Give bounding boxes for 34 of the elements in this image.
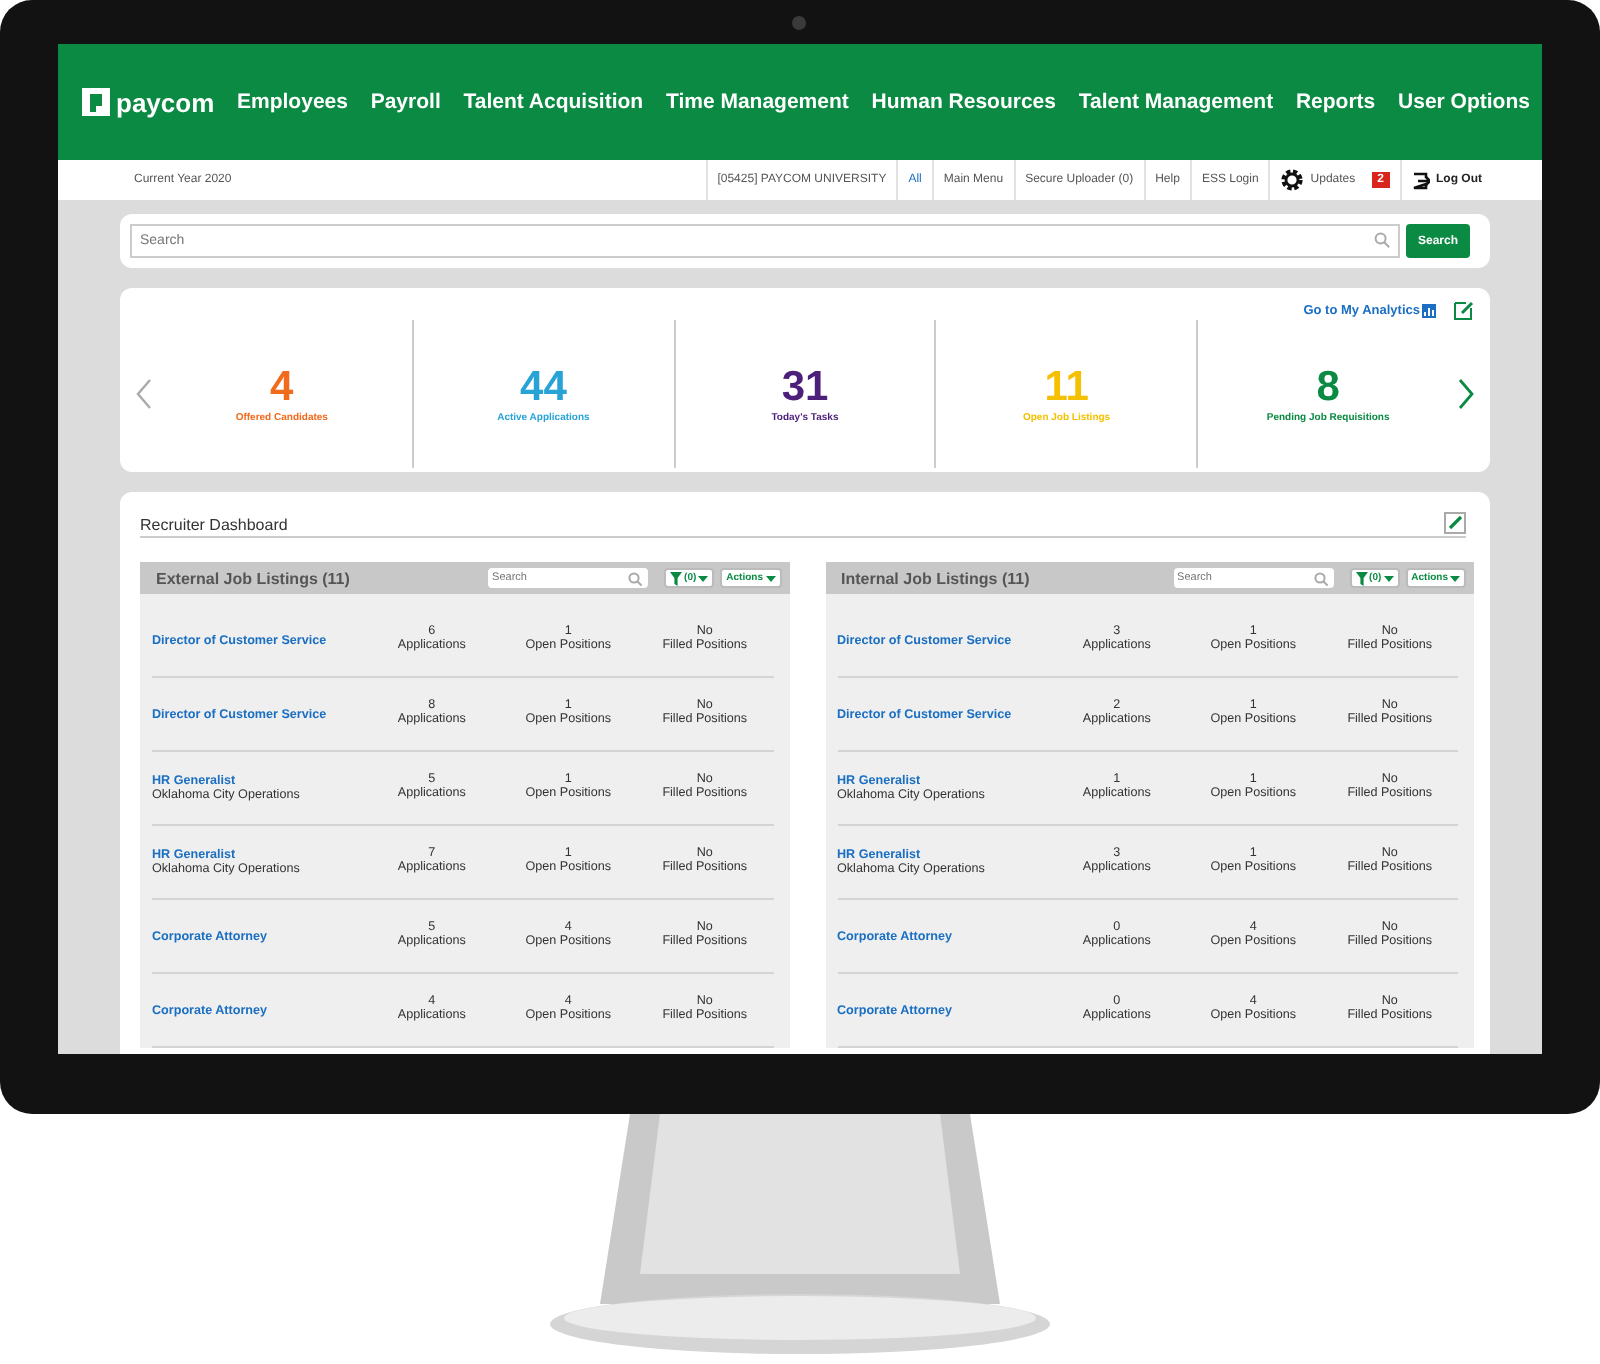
- search-icon: [628, 572, 643, 586]
- metric-value: 31: [781, 365, 829, 407]
- metric-value: 4: [270, 365, 294, 407]
- panel-title: Internal Job Listings (11): [841, 569, 1032, 587]
- nav-link[interactable]: Reports: [1295, 90, 1376, 114]
- caret-icon: [698, 575, 709, 581]
- panel-title: External Job Listings (11): [156, 569, 352, 587]
- nav-link[interactable]: Payroll: [370, 90, 441, 114]
- chevron-right-icon[interactable]: [1457, 378, 1474, 410]
- gear-icon[interactable]: [1280, 168, 1305, 192]
- nav-link[interactable]: Talent Acquisition: [463, 90, 644, 114]
- nav-link[interactable]: Employees: [237, 90, 348, 114]
- caret-icon: [1450, 575, 1460, 581]
- chart-icon: [1422, 303, 1436, 317]
- edit-icon[interactable]: [1454, 300, 1474, 320]
- caret-icon: [765, 575, 775, 581]
- nav-link[interactable]: Talent Management: [1078, 90, 1274, 114]
- metric-value: 44: [520, 365, 567, 407]
- dashboard-title: Recruiter Dashboard: [140, 516, 288, 534]
- metric-value: 8: [1316, 365, 1340, 407]
- nav-link[interactable]: Time Management: [665, 90, 849, 114]
- camera-icon: [792, 16, 806, 30]
- metric-value: 11: [1044, 365, 1089, 407]
- brand-name: paycom: [116, 87, 215, 117]
- nav-link[interactable]: User Options: [1398, 90, 1530, 114]
- funnel-icon: [1355, 571, 1368, 585]
- caret-icon: [1383, 575, 1394, 581]
- search-icon: [1373, 232, 1390, 248]
- nav-link[interactable]: Human Resources: [871, 90, 1056, 114]
- edit-icon[interactable]: [1444, 512, 1466, 534]
- chevron-left-icon[interactable]: [136, 378, 152, 410]
- funnel-icon: [670, 571, 683, 585]
- logo-icon: [82, 88, 110, 116]
- search-icon: [1313, 572, 1328, 586]
